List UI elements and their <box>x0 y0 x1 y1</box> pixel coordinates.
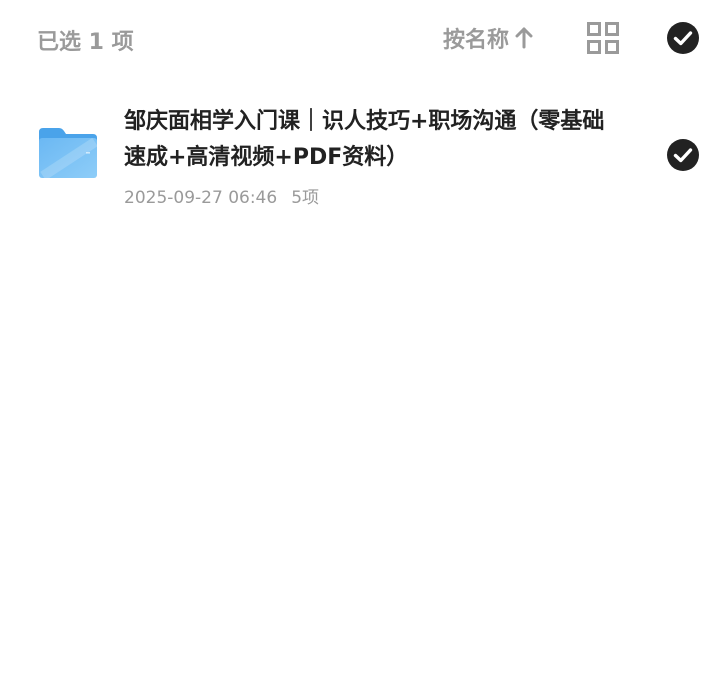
file-date: 2025-09-27 06:46 <box>124 188 278 208</box>
check-circle-icon <box>667 22 699 54</box>
file-name: 邹庆面相学入门课｜识人技巧+职场沟通（零基础速成+高清视频+PDF资料） <box>124 109 605 170</box>
file-item-count: 5项 <box>291 188 320 208</box>
folder-icon <box>39 128 98 180</box>
sort-label: 按名称 <box>443 28 510 53</box>
check-circle-icon <box>667 139 699 171</box>
arrow-up-icon <box>515 27 533 49</box>
selection-toolbar: 已选 1 项 按名称 <box>0 0 714 76</box>
selected-count-label: 已选 1 项 <box>37 30 134 55</box>
item-select-checkbox[interactable] <box>666 138 700 172</box>
grid-view-icon[interactable] <box>586 21 620 55</box>
select-all-button[interactable] <box>666 21 700 55</box>
file-list-item[interactable]: 邹庆面相学入门课｜识人技巧+职场沟通（零基础速成+高清视频+PDF资料） 202… <box>0 92 714 222</box>
file-meta: 2025-09-27 06:46 5项 <box>124 183 319 208</box>
sort-by-name-button[interactable]: 按名称 <box>443 24 533 53</box>
